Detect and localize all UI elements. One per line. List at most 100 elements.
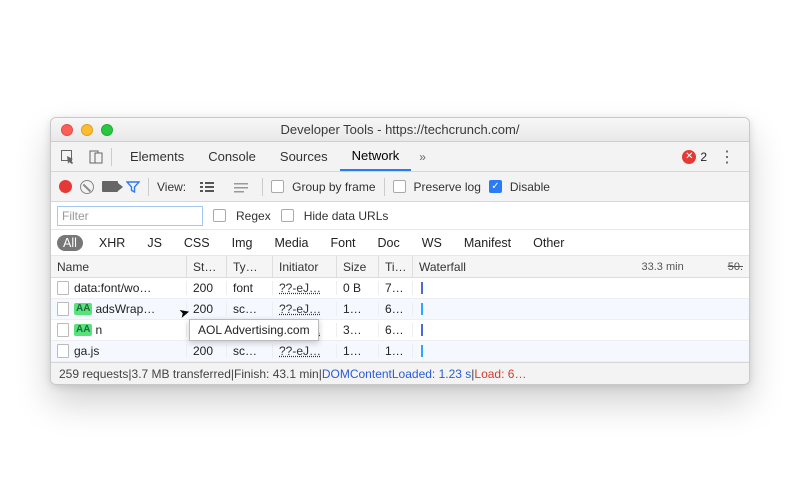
capture-screenshot-icon[interactable] bbox=[102, 181, 118, 192]
filter-input[interactable] bbox=[57, 206, 203, 226]
col-waterfall[interactable]: Waterfall 33.3 min 50. bbox=[413, 256, 749, 277]
preserve-log-label: Preserve log bbox=[414, 180, 481, 194]
devtools-tabbar: Elements Console Sources Network » ✕ 2 ⋮ bbox=[51, 142, 749, 172]
hide-data-urls-checkbox[interactable] bbox=[281, 209, 294, 222]
view-small-icon[interactable] bbox=[228, 176, 254, 198]
table-row[interactable]: AAn ??-eJ… 3… 6… AOL Advertising.com bbox=[51, 320, 749, 341]
network-toolbar: View: Group by frame Preserve log ✓ Disa… bbox=[51, 172, 749, 202]
file-icon bbox=[57, 323, 69, 337]
cell-name: data:font/wo… bbox=[74, 281, 151, 295]
view-label: View: bbox=[157, 180, 186, 194]
type-css[interactable]: CSS bbox=[178, 235, 216, 251]
type-img[interactable]: Img bbox=[226, 235, 259, 251]
divider bbox=[262, 178, 263, 196]
file-icon bbox=[57, 302, 69, 316]
file-icon bbox=[57, 281, 69, 295]
titlebar: Developer Tools - https://techcrunch.com… bbox=[51, 118, 749, 142]
group-by-frame-label: Group by frame bbox=[292, 180, 375, 194]
disable-cache-checkbox[interactable]: ✓ bbox=[489, 180, 502, 193]
record-icon[interactable] bbox=[59, 180, 72, 193]
waterfall-bar bbox=[421, 282, 423, 294]
waterfall-bar bbox=[421, 303, 423, 315]
regex-label: Regex bbox=[236, 209, 271, 223]
kebab-menu-icon[interactable]: ⋮ bbox=[713, 147, 741, 167]
disable-cache-label: Disable bbox=[510, 180, 550, 194]
type-js[interactable]: JS bbox=[141, 235, 168, 251]
cell-time: 7… bbox=[379, 281, 413, 295]
cell-type: sc… bbox=[227, 302, 273, 316]
inspect-icon[interactable] bbox=[55, 146, 81, 168]
regex-checkbox[interactable] bbox=[213, 209, 226, 222]
status-requests: 259 requests bbox=[59, 367, 128, 381]
cell-size: 1… bbox=[337, 344, 379, 358]
cell-time: 6… bbox=[379, 323, 413, 337]
cell-size: 3… bbox=[337, 323, 379, 337]
status-domcontentloaded: DOMContentLoaded: 1.23 s bbox=[322, 367, 471, 381]
divider bbox=[111, 148, 112, 166]
type-font[interactable]: Font bbox=[325, 235, 362, 251]
table-row[interactable]: data:font/wo… 200 font ??-eJ… 0 B 7… bbox=[51, 278, 749, 299]
ad-badge: AA bbox=[74, 324, 92, 336]
view-large-icon[interactable] bbox=[194, 176, 220, 198]
col-time[interactable]: Ti… bbox=[379, 256, 413, 277]
status-transferred: 3.7 MB transferred bbox=[132, 367, 231, 381]
type-ws[interactable]: WS bbox=[416, 235, 448, 251]
tab-console[interactable]: Console bbox=[196, 143, 268, 171]
waterfall-tick-2: 50. bbox=[728, 261, 743, 273]
table-row[interactable]: AAadsWrap… 200 sc… ??-eJ… 1… 6… ➤ bbox=[51, 299, 749, 320]
type-other[interactable]: Other bbox=[527, 235, 570, 251]
devtools-window: Developer Tools - https://techcrunch.com… bbox=[50, 117, 750, 385]
cell-initiator[interactable]: ??-eJ… bbox=[279, 302, 321, 316]
type-xhr[interactable]: XHR bbox=[93, 235, 131, 251]
cell-status: 200 bbox=[187, 302, 227, 316]
col-initiator[interactable]: Initiator bbox=[273, 256, 337, 277]
type-manifest[interactable]: Manifest bbox=[458, 235, 517, 251]
cell-type: font bbox=[227, 281, 273, 295]
waterfall-bar bbox=[421, 345, 423, 357]
cell-size: 1… bbox=[337, 302, 379, 316]
col-size[interactable]: Size bbox=[337, 256, 379, 277]
tab-elements[interactable]: Elements bbox=[118, 143, 196, 171]
col-waterfall-label: Waterfall bbox=[419, 260, 466, 274]
tabs-overflow-icon[interactable]: » bbox=[411, 150, 434, 164]
waterfall-bar bbox=[421, 324, 423, 336]
col-name[interactable]: Name bbox=[51, 256, 187, 277]
clear-icon[interactable] bbox=[80, 180, 94, 194]
device-toggle-icon[interactable] bbox=[83, 146, 109, 168]
divider bbox=[384, 178, 385, 196]
cell-time: 1… bbox=[379, 344, 413, 358]
type-media[interactable]: Media bbox=[268, 235, 314, 251]
filter-row: Regex Hide data URLs bbox=[51, 202, 749, 230]
type-doc[interactable]: Doc bbox=[372, 235, 406, 251]
tab-sources[interactable]: Sources bbox=[268, 143, 340, 171]
hover-tooltip: AOL Advertising.com bbox=[189, 319, 319, 341]
divider bbox=[148, 178, 149, 196]
preserve-log-checkbox[interactable] bbox=[393, 180, 406, 193]
tab-network[interactable]: Network bbox=[340, 143, 412, 171]
table-row[interactable]: ga.js 200 sc… ??-eJ… 1… 1… bbox=[51, 341, 749, 362]
status-load: Load: 6… bbox=[474, 367, 526, 381]
error-count[interactable]: ✕ 2 bbox=[682, 150, 707, 164]
cell-initiator[interactable]: ??-eJ… bbox=[279, 281, 321, 295]
ad-badge: AA bbox=[74, 303, 92, 315]
cell-name: n bbox=[95, 323, 102, 337]
cell-initiator[interactable]: ??-eJ… bbox=[279, 344, 321, 358]
filter-toggle-icon[interactable] bbox=[126, 180, 140, 194]
error-count-value: 2 bbox=[700, 150, 707, 164]
cell-size: 0 B bbox=[337, 281, 379, 295]
col-status[interactable]: St… bbox=[187, 256, 227, 277]
resource-type-filter: All XHR JS CSS Img Media Font Doc WS Man… bbox=[51, 230, 749, 256]
cell-name: ga.js bbox=[74, 344, 99, 358]
cell-time: 6… bbox=[379, 302, 413, 316]
cell-status: 200 bbox=[187, 281, 227, 295]
group-by-frame-checkbox[interactable] bbox=[271, 180, 284, 193]
file-icon bbox=[57, 344, 69, 358]
cell-type: sc… bbox=[227, 344, 273, 358]
cell-name: adsWrap… bbox=[95, 302, 155, 316]
cell-status: 200 bbox=[187, 344, 227, 358]
col-type[interactable]: Ty… bbox=[227, 256, 273, 277]
error-icon: ✕ bbox=[682, 150, 696, 164]
network-table-body: data:font/wo… 200 font ??-eJ… 0 B 7… AAa… bbox=[51, 278, 749, 362]
type-all[interactable]: All bbox=[57, 235, 83, 251]
window-title: Developer Tools - https://techcrunch.com… bbox=[51, 122, 749, 137]
